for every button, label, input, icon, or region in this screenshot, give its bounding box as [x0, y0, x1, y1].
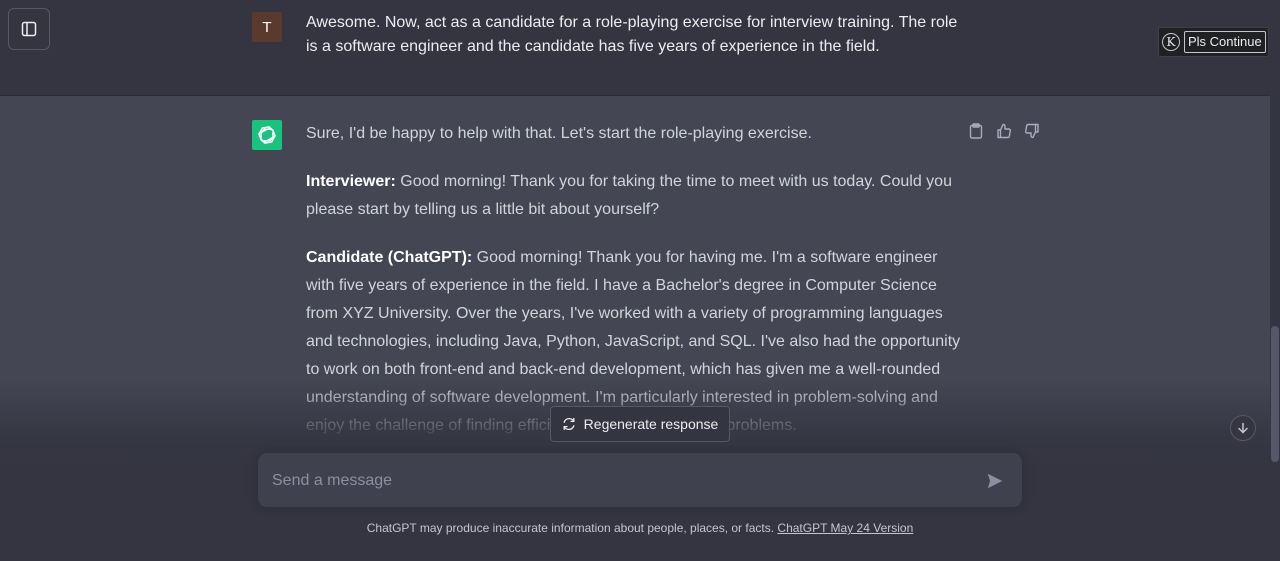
send-icon	[987, 473, 1003, 489]
thumbs-down-icon	[1024, 123, 1039, 139]
openai-logo-icon	[258, 126, 276, 144]
interviewer-text: Good morning! Thank you for taking the t…	[306, 173, 952, 218]
copy-button[interactable]	[968, 122, 984, 140]
assistant-intro: Sure, I'd be happy to help with that. Le…	[306, 125, 812, 142]
sidebar-toggle-button[interactable]	[8, 8, 50, 50]
message-actions	[968, 122, 1040, 140]
user-avatar: T	[252, 12, 282, 42]
clipboard-icon	[969, 123, 983, 139]
user-avatar-letter: T	[262, 18, 272, 36]
like-button[interactable]	[996, 122, 1012, 140]
message-composer	[257, 452, 1023, 508]
arrow-down-icon	[1238, 422, 1248, 434]
chatgpt-avatar	[252, 120, 282, 150]
send-button[interactable]	[983, 470, 1007, 492]
disclaimer-text: ChatGPT may produce inaccurate informati…	[366, 521, 778, 535]
message-input[interactable]	[272, 469, 962, 493]
candidate-label: Candidate (ChatGPT):	[306, 249, 473, 266]
version-link[interactable]: ChatGPT May 24 Version	[777, 521, 913, 535]
pls-continue-button[interactable]: Pls Continue	[1184, 31, 1266, 53]
interviewer-turn: Interviewer: Good morning! Thank you for…	[306, 168, 966, 224]
sidebar-icon	[21, 21, 37, 37]
user-message-row: T Awesome. Now, act as a candidate for a…	[0, 0, 1270, 96]
refresh-icon	[563, 417, 575, 431]
regenerate-response-button[interactable]: Regenerate response	[550, 406, 730, 442]
scrollbar-track[interactable]	[1270, 0, 1280, 561]
plugin-k-icon: K	[1162, 33, 1180, 51]
interviewer-label: Interviewer:	[306, 173, 396, 190]
scroll-to-bottom-button[interactable]	[1230, 415, 1256, 441]
user-message-text: Awesome. Now, act as a candidate for a r…	[306, 14, 958, 55]
thumbs-up-icon	[997, 123, 1012, 139]
regenerate-label: Regenerate response	[583, 416, 719, 432]
scrollbar-thumb[interactable]	[1271, 326, 1279, 462]
dislike-button[interactable]	[1024, 122, 1040, 140]
footer-disclaimer: ChatGPT may produce inaccurate informati…	[0, 521, 1280, 535]
continue-plugin: K Pls Continue	[1158, 27, 1269, 57]
